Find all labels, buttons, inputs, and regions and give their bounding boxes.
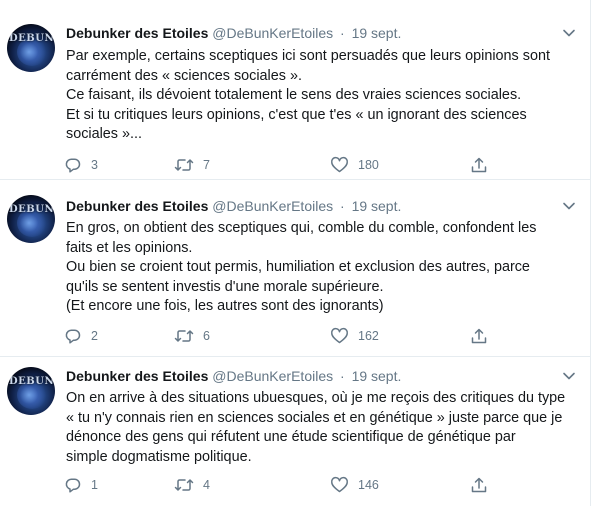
avatar-logo-text: DEBUNK	[9, 376, 55, 387]
heart-icon	[330, 476, 349, 494]
chevron-down-icon[interactable]	[562, 199, 576, 213]
avatar-logo-text: DEBUNK	[9, 204, 55, 215]
tweet-text-line: On en arrive à des situations ubuesques,…	[66, 390, 566, 406]
tweet-text: Par exemple, certains sceptiques ici son…	[66, 47, 576, 145]
tweet-header: Debunker des Etoiles @DeBunKerEtoiles · …	[66, 196, 401, 216]
tweet[interactable]: DEBUNK Debunker des Etoiles @DeBunKerEto…	[0, 0, 590, 180]
reply-count: 2	[91, 329, 98, 343]
retweet-button[interactable]: 6	[174, 326, 210, 346]
tweet-text-line: Et si tu critiques leurs opinions, c'est…	[66, 106, 527, 123]
tweet-date[interactable]: 19 sept.	[352, 368, 402, 384]
author-handle[interactable]: @DeBunKerEtoiles	[212, 368, 333, 384]
reply-icon	[64, 476, 82, 494]
separator-dot: ·	[340, 198, 345, 214]
avatar[interactable]: DEBUNK	[7, 24, 55, 72]
author-handle[interactable]: @DeBunKerEtoiles	[212, 198, 333, 214]
tweet-text: On en arrive à des situations ubuesques,…	[66, 389, 576, 467]
reply-count: 1	[91, 478, 98, 492]
reply-icon	[64, 327, 82, 345]
author-name[interactable]: Debunker des Etoiles	[66, 198, 208, 214]
reply-button[interactable]: 3	[64, 155, 98, 175]
tweet-text-line: qu'ils se sentent investis d'une morale …	[66, 278, 384, 295]
reply-icon	[64, 156, 82, 174]
tweet-actions: 1 4 146	[64, 475, 504, 495]
tweet-text-line: sociales »...	[66, 126, 142, 142]
tweet-text-line: (Et encore une fois, les autres sont des…	[66, 298, 384, 314]
share-icon	[470, 476, 488, 494]
tweet-text: En gros, on obtient des sceptiques qui, …	[66, 219, 576, 317]
avatar-logo-text: DEBUNK	[9, 33, 55, 44]
tweet-text-line: Ce faisant, ils dévoient totalement le s…	[66, 87, 522, 103]
tweet-date[interactable]: 19 sept.	[352, 198, 402, 214]
retweet-count: 7	[203, 158, 210, 172]
chevron-down-icon[interactable]	[562, 26, 576, 40]
retweet-count: 4	[203, 478, 210, 492]
tweet-text-line: carrément des « sciences sociales ».	[66, 67, 302, 84]
avatar[interactable]: DEBUNK	[7, 195, 55, 243]
tweet-text-line: « tu n'y connais rien en sciences social…	[66, 409, 563, 426]
like-count: 180	[358, 158, 379, 172]
share-button[interactable]	[470, 475, 488, 495]
tweet[interactable]: DEBUNK Debunker des Etoiles @DeBunKerEto…	[0, 357, 590, 506]
chevron-down-icon[interactable]	[562, 369, 576, 383]
tweet-text-line: Ou bien se croient tout permis, humiliat…	[66, 259, 530, 275]
share-button[interactable]	[470, 326, 488, 346]
reply-count: 3	[91, 158, 98, 172]
avatar[interactable]: DEBUNK	[7, 367, 55, 415]
tweet-header: Debunker des Etoiles @DeBunKerEtoiles · …	[66, 366, 401, 386]
tweet-text-line: En gros, on obtient des sceptiques qui, …	[66, 220, 537, 236]
tweet-actions: 2 6 162	[64, 326, 504, 346]
tweet-text-line: Par exemple, certains sceptiques ici son…	[66, 48, 550, 64]
heart-icon	[330, 327, 349, 345]
tweet-text-line: dénonce des gens qui réfutent une étude …	[66, 429, 516, 445]
retweet-button[interactable]: 7	[174, 155, 210, 175]
tweet-actions: 3 7 180	[64, 155, 504, 175]
author-name[interactable]: Debunker des Etoiles	[66, 368, 208, 384]
like-button[interactable]: 180	[330, 155, 379, 175]
like-count: 146	[358, 478, 379, 492]
retweet-count: 6	[203, 329, 210, 343]
tweet-date[interactable]: 19 sept.	[352, 25, 402, 41]
like-button[interactable]: 146	[330, 475, 379, 495]
share-button[interactable]	[470, 155, 488, 175]
share-icon	[470, 327, 488, 345]
retweet-icon	[174, 327, 194, 345]
like-button[interactable]: 162	[330, 326, 379, 346]
tweet-header: Debunker des Etoiles @DeBunKerEtoiles · …	[66, 23, 401, 43]
tweet-text-line: simple dogmatisme politique.	[66, 448, 252, 465]
tweet-text-line: faits et les opinions.	[66, 239, 193, 256]
like-count: 162	[358, 329, 379, 343]
retweet-icon	[174, 156, 194, 174]
reply-button[interactable]: 1	[64, 475, 98, 495]
reply-button[interactable]: 2	[64, 326, 98, 346]
separator-dot: ·	[340, 25, 345, 41]
tweet[interactable]: DEBUNK Debunker des Etoiles @DeBunKerEto…	[0, 180, 590, 357]
retweet-button[interactable]: 4	[174, 475, 210, 495]
retweet-icon	[174, 476, 194, 494]
separator-dot: ·	[340, 368, 345, 384]
heart-icon	[330, 156, 349, 174]
author-name[interactable]: Debunker des Etoiles	[66, 25, 208, 41]
author-handle[interactable]: @DeBunKerEtoiles	[212, 25, 333, 41]
share-icon	[470, 156, 488, 174]
timeline: DEBUNK Debunker des Etoiles @DeBunKerEto…	[0, 0, 591, 506]
